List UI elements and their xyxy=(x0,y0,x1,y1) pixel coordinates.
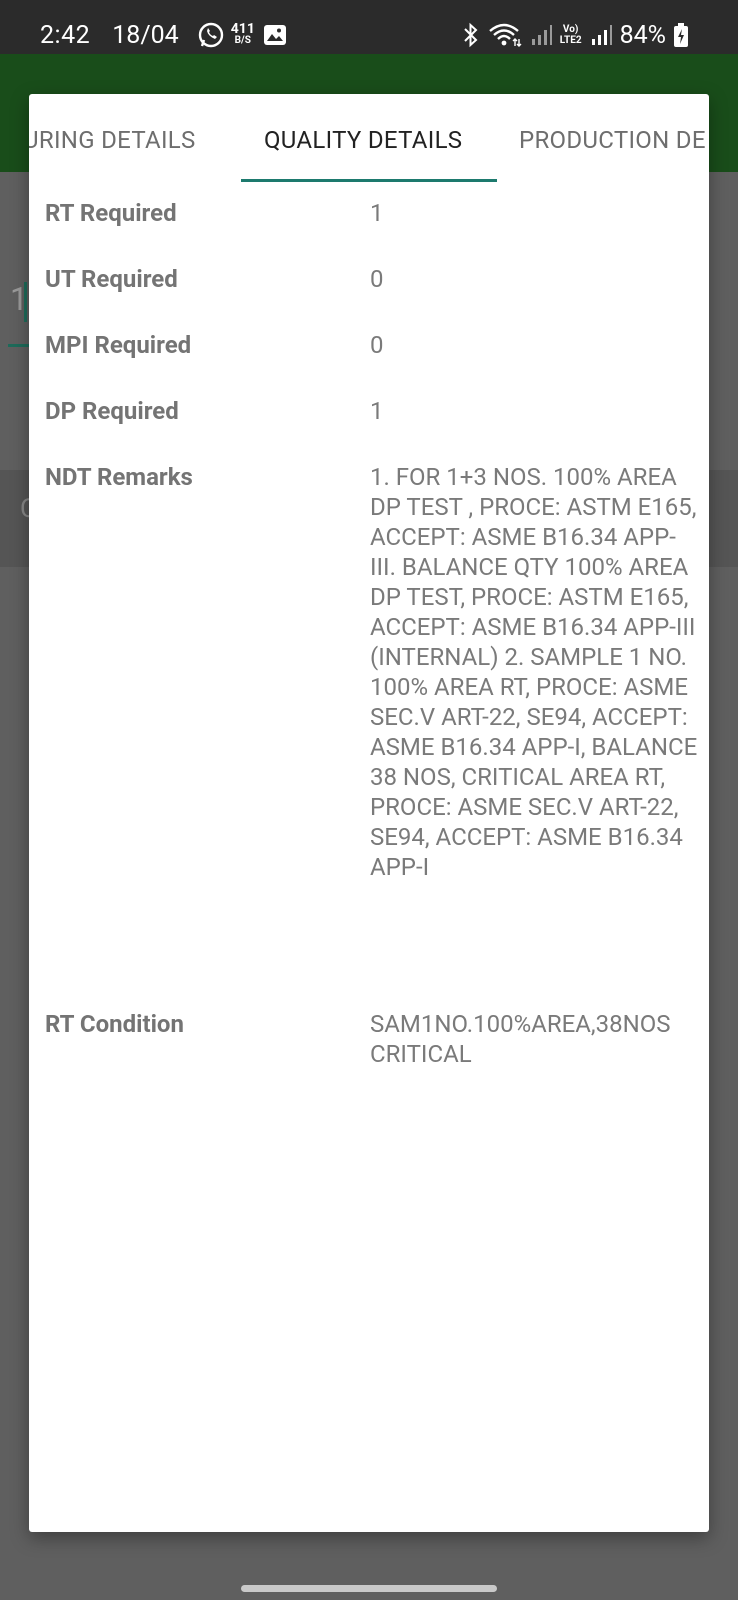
detail-value: 0 xyxy=(370,331,384,359)
detail-value: 1 xyxy=(370,397,384,425)
wifi-icon xyxy=(488,23,522,47)
signal-icon-sim1 xyxy=(531,25,552,45)
detail-label: MPI Required xyxy=(45,331,192,359)
active-tab-indicator xyxy=(241,179,497,182)
status-date: 18/04 xyxy=(112,20,179,50)
gesture-nav-bar[interactable] xyxy=(241,1585,497,1592)
bluetooth-icon xyxy=(464,22,478,48)
detail-label: RT Condition xyxy=(45,1010,184,1038)
whatsapp-icon xyxy=(198,22,223,48)
detail-label: NDT Remarks xyxy=(45,463,193,491)
tab-bar[interactable]: URING DETAILS QUALITY DETAILS PRODUCTION… xyxy=(29,94,709,184)
lte-indicator: Vo) LTE2 xyxy=(559,24,582,46)
tab-quality-details[interactable]: QUALITY DETAILS xyxy=(264,94,462,184)
detail-value: 1. FOR 1+3 NOS. 100% AREA DP TEST , PROC… xyxy=(370,463,698,881)
battery-charging-icon xyxy=(674,23,688,47)
detail-label: UT Required xyxy=(45,265,178,293)
tab-during-details[interactable]: URING DETAILS xyxy=(29,94,196,184)
detail-label: RT Required xyxy=(45,199,177,227)
net-speed: 411 B/S xyxy=(230,21,255,46)
status-time: 2:42 xyxy=(40,20,91,50)
detail-value: SAM1NO.100%AREA,38NOS CRITICAL xyxy=(370,1010,671,1068)
detail-value: 0 xyxy=(370,265,384,293)
detail-label: DP Required xyxy=(45,397,179,425)
gallery-icon xyxy=(263,25,286,45)
details-dialog: URING DETAILS QUALITY DETAILS PRODUCTION… xyxy=(29,94,709,1532)
background-input-caret xyxy=(24,282,27,322)
detail-value: 1 xyxy=(370,199,384,227)
tab-production-details[interactable]: PRODUCTION DE xyxy=(519,94,706,184)
battery-percent: 84% xyxy=(619,20,666,50)
signal-icon-sim2 xyxy=(591,25,612,45)
